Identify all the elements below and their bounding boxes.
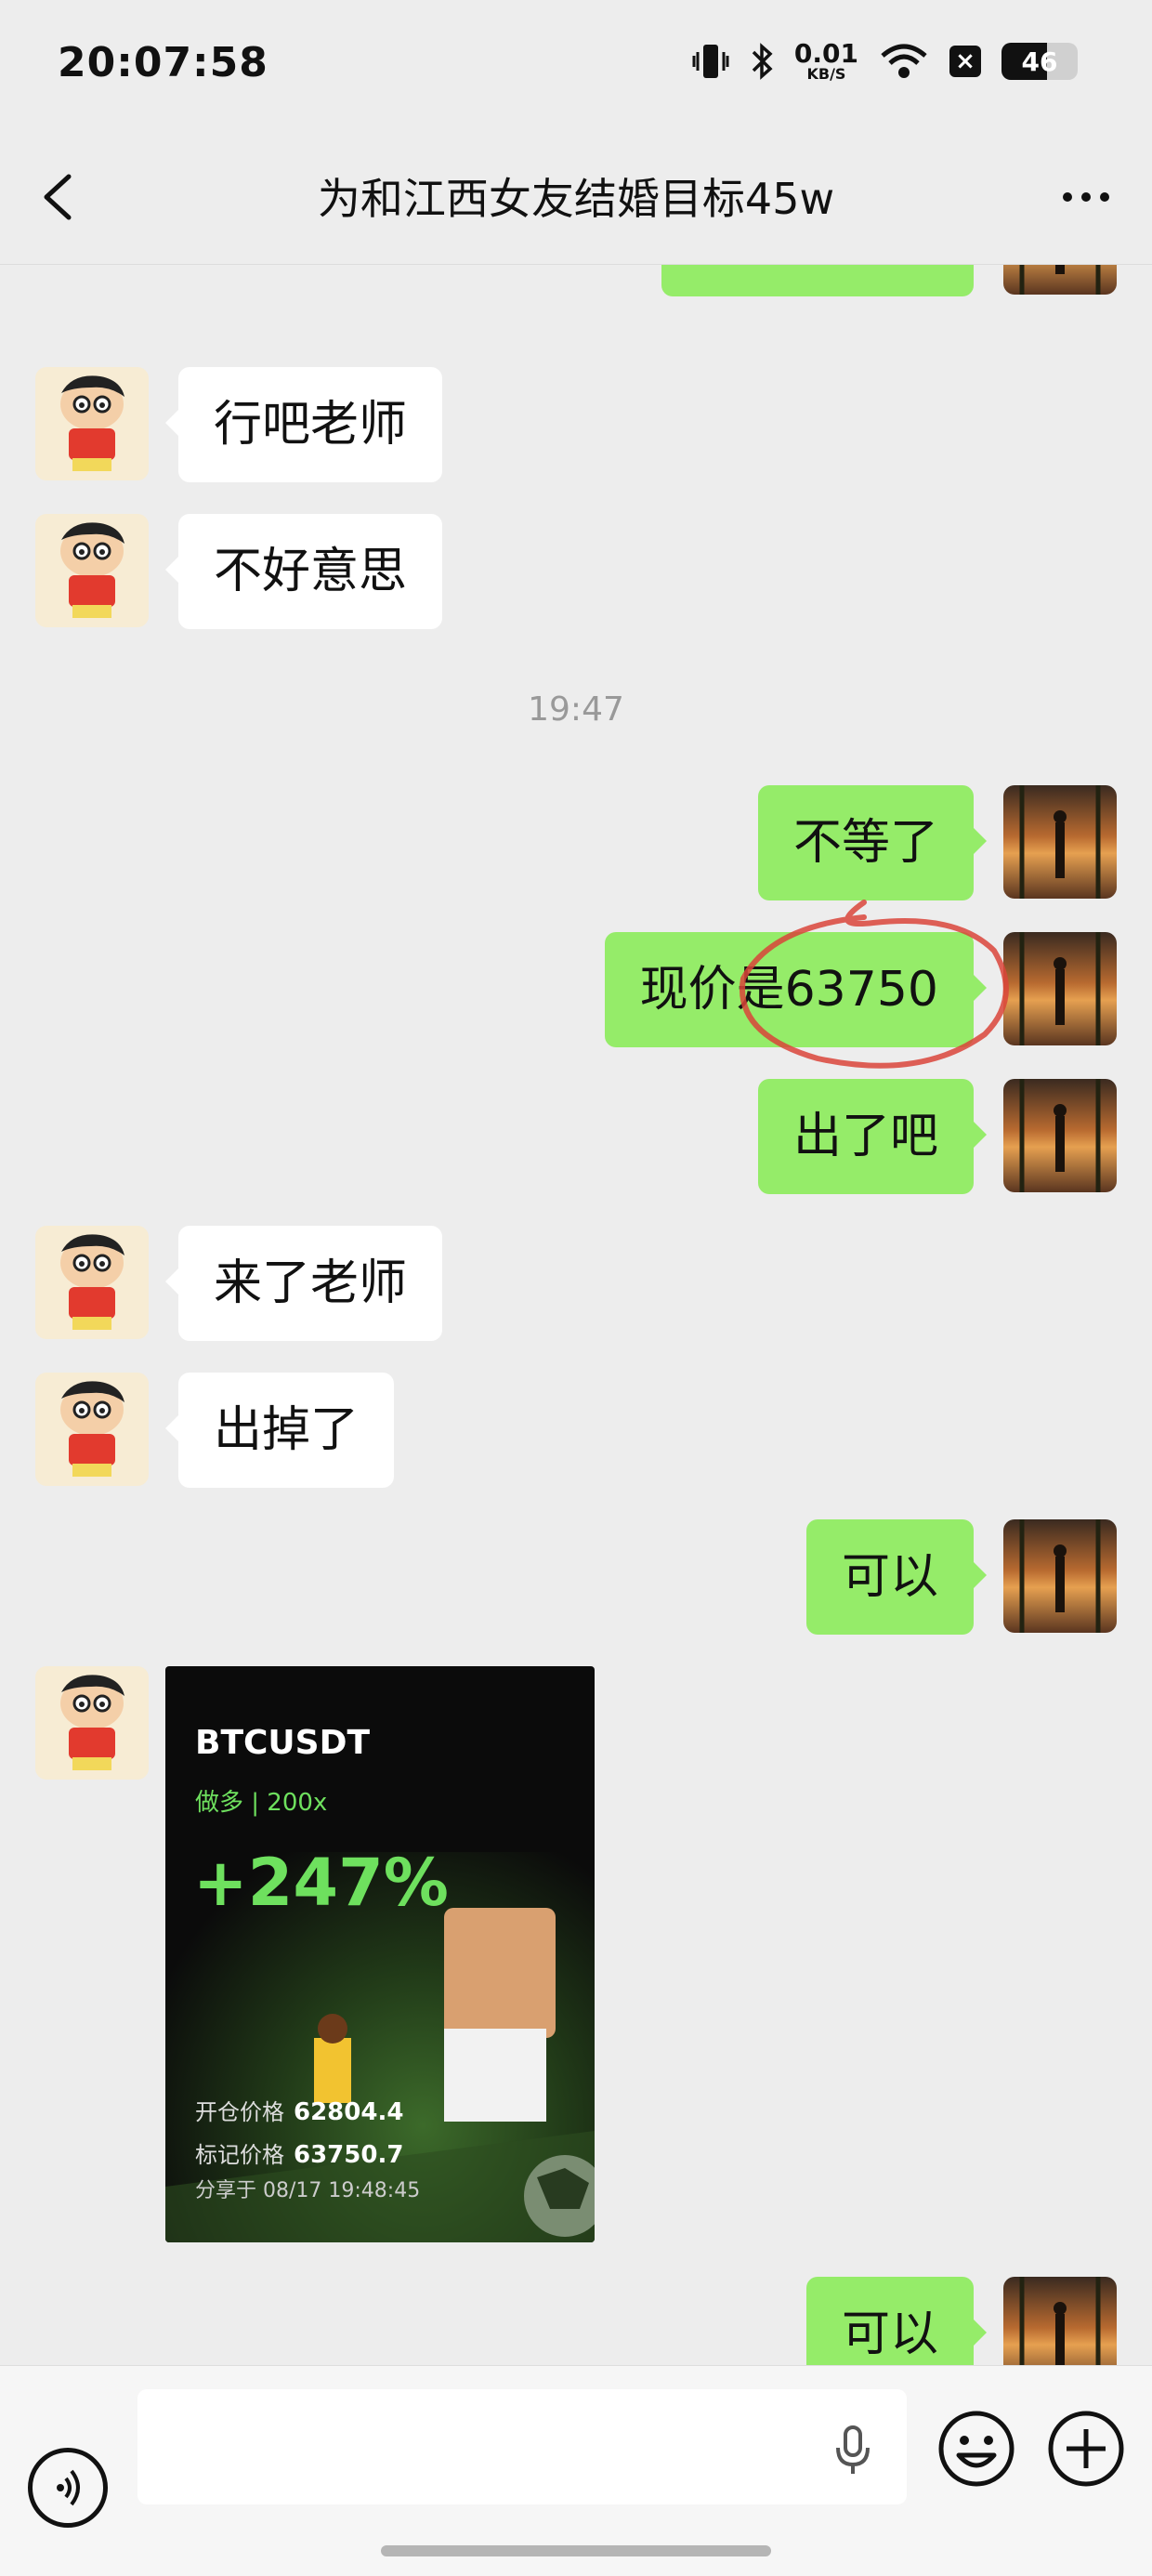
received-message[interactable]: 来了老师: [164, 1226, 443, 1341]
sent-message[interactable]: 可以: [805, 2277, 988, 2365]
share-time: 分享于 08/17 19:48:45: [195, 2179, 421, 2202]
mark-price-value: 63750.7: [294, 2141, 404, 2169]
battery-icon: 46: [1001, 43, 1078, 80]
more-icon: [1063, 192, 1072, 202]
my-avatar[interactable]: [1003, 265, 1117, 295]
more-actions-button[interactable]: [1044, 2407, 1128, 2491]
mic-icon: [836, 2425, 870, 2474]
status-time: 20:07:58: [58, 39, 268, 86]
my-avatar[interactable]: [1003, 785, 1117, 899]
my-avatar[interactable]: [1003, 1079, 1117, 1192]
open-price-label: 开仓价格: [195, 2099, 284, 2125]
received-message[interactable]: 不好意思: [164, 514, 443, 629]
contact-avatar[interactable]: [35, 1373, 149, 1486]
bluetooth-icon: [752, 43, 773, 80]
sent-message[interactable]: 不等了: [757, 785, 988, 900]
contact-avatar[interactable]: [35, 1666, 149, 1780]
message-timestamp: 19:47: [528, 690, 624, 729]
app-notification-icon: ×: [949, 46, 981, 77]
message-list[interactable]: 再等等吧看 行吧老师 不好意思 19:47 不等了 现价是63750: [0, 265, 1152, 2365]
chat-title: 为和江西女友结婚目标45w: [317, 174, 835, 224]
open-price-value: 62804.4: [294, 2098, 404, 2126]
sent-message[interactable]: 可以: [805, 1519, 988, 1635]
my-avatar[interactable]: [1003, 2277, 1117, 2365]
voice-input-button[interactable]: [28, 2448, 108, 2528]
vibrate-icon: [692, 45, 729, 78]
received-message[interactable]: 出掉了: [164, 1373, 395, 1488]
voice-icon: [57, 2469, 80, 2506]
mark-price-line: 标记价格 63750.7: [195, 2136, 403, 2169]
sent-message[interactable]: 再等等吧看: [661, 265, 974, 296]
input-bar: [0, 2365, 1152, 2576]
chat-header: 为和江西女友结婚目标45w: [0, 130, 1152, 265]
sent-message[interactable]: 出了吧: [757, 1079, 988, 1194]
mic-button[interactable]: [825, 2422, 881, 2477]
mark-price-label: 标记价格: [195, 2142, 284, 2168]
received-message[interactable]: 行吧老师: [164, 367, 443, 482]
wifi-icon: [881, 44, 927, 78]
contact-avatar[interactable]: [35, 514, 149, 627]
my-avatar[interactable]: [1003, 1519, 1117, 1633]
emoji-button[interactable]: [935, 2407, 1018, 2491]
trade-share-card[interactable]: BTCUSDT 做多 | 200x +247% 开仓价格 62804.4 标记价格…: [165, 1666, 595, 2242]
home-indicator[interactable]: [381, 2545, 771, 2556]
trade-pnl: +247%: [193, 1845, 449, 1921]
more-button[interactable]: [1054, 171, 1119, 223]
red-circle-annotation: [740, 900, 1009, 1069]
emoji-icon: [938, 2411, 1015, 2487]
net-speed: 0.01 KB/S: [793, 38, 858, 83]
status-bar: 20:07:58 0.01 KB/S × 46: [0, 0, 1152, 130]
message-input[interactable]: [137, 2389, 907, 2504]
trade-pair: BTCUSDT: [195, 1724, 371, 1762]
battery-level: 46: [1021, 46, 1058, 77]
contact-avatar[interactable]: [35, 367, 149, 480]
plus-icon: [1048, 2411, 1124, 2487]
trade-direction: 做多 | 200x: [195, 1789, 328, 1817]
contact-avatar[interactable]: [35, 1226, 149, 1339]
open-price-line: 开仓价格 62804.4: [195, 2094, 403, 2126]
status-icons: 0.01 KB/S × 46: [692, 41, 1078, 82]
